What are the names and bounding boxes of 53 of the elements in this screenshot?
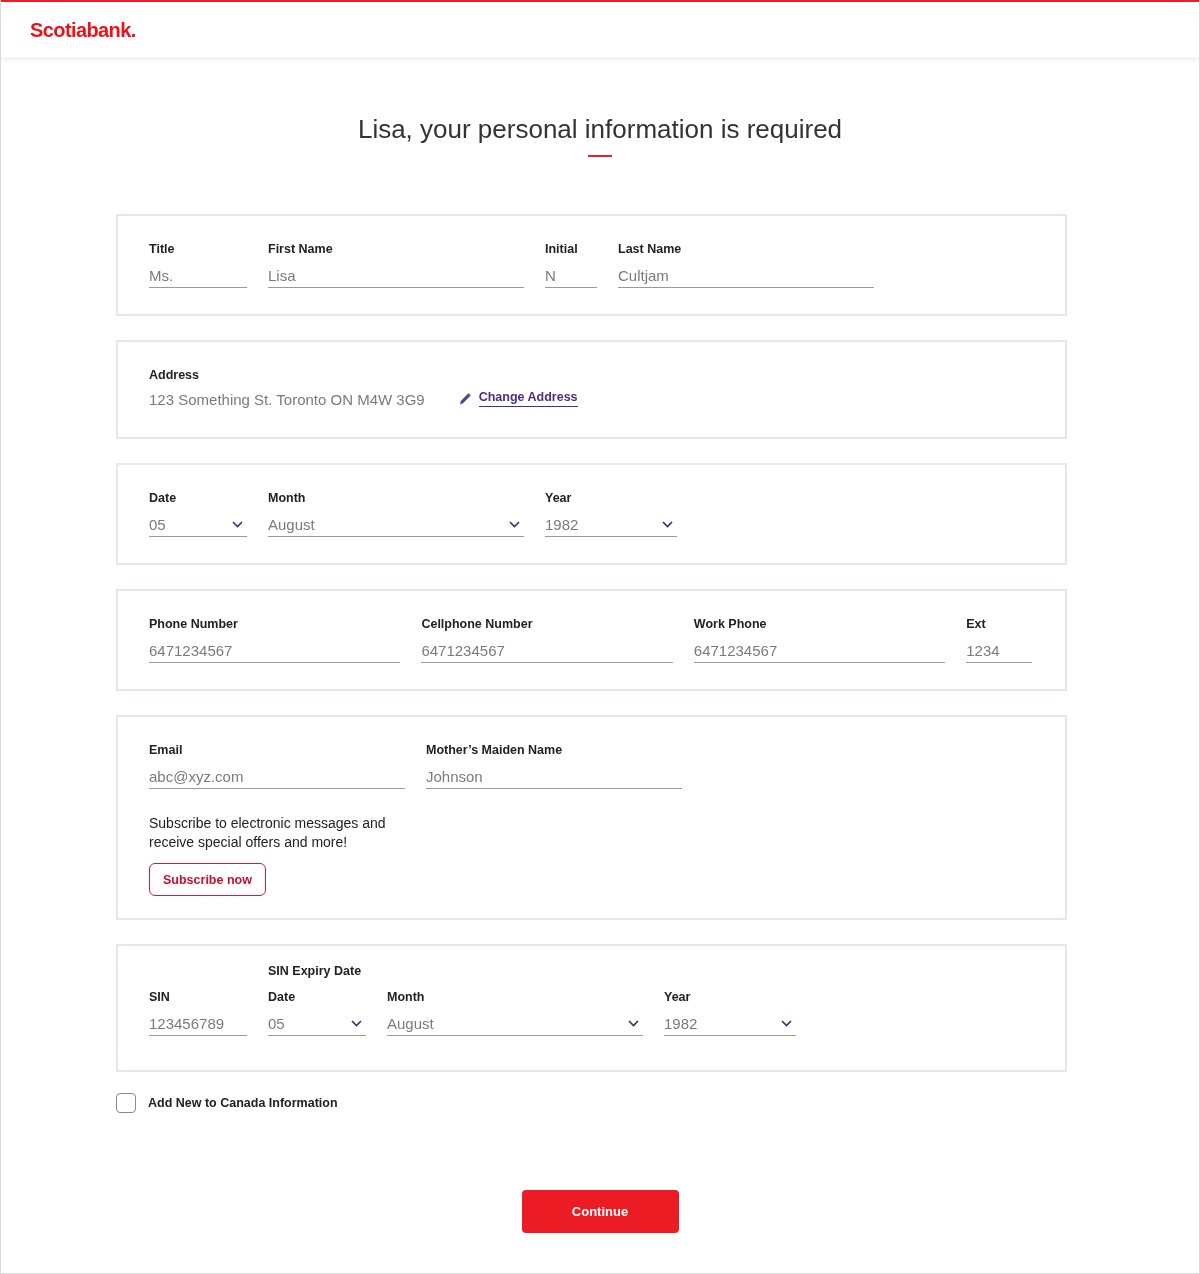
pencil-icon: [458, 391, 472, 405]
chevron-down-icon: [781, 1020, 792, 1027]
text-field[interactable]: 1234: [966, 638, 1032, 663]
subscribe-message: Subscribe to electronic messages and receive special offers and more!: [149, 814, 387, 852]
field-label: First Name: [268, 241, 334, 257]
dropdown-field[interactable]: August: [268, 512, 524, 537]
page-heading: Lisa, your personal information is required: [356, 113, 844, 145]
checkbox-label: Add New to Canada Information: [148, 1096, 338, 1110]
text-field[interactable]: N: [545, 263, 597, 288]
field-label: Date: [149, 490, 178, 506]
text-field[interactable]: 123456789: [149, 1011, 247, 1036]
dropdown-field[interactable]: August: [387, 1011, 643, 1036]
field-label: Year: [545, 490, 573, 506]
text-field[interactable]: 6471234567: [149, 638, 401, 663]
accent-rule: [588, 155, 612, 157]
field-label: Cellphone Number: [421, 616, 534, 632]
field-label: Phone Number: [149, 616, 239, 632]
field-label: SIN: [149, 989, 171, 1005]
dropdown-field[interactable]: 05: [268, 1011, 366, 1036]
field-label: Email: [149, 742, 184, 758]
field-label: Title: [149, 241, 176, 257]
text-field[interactable]: Lisa: [268, 263, 524, 288]
field-label: Work Phone: [693, 616, 768, 632]
text-field[interactable]: abc@xyz.com: [149, 764, 405, 789]
dropdown-field[interactable]: 1982: [545, 512, 677, 537]
change-address-link[interactable]: Change Address: [478, 389, 578, 407]
bank-logo: Scotiabank.: [30, 18, 136, 42]
group-label: SIN Expiry Date: [268, 963, 363, 979]
subscribe-button[interactable]: Subscribe now: [149, 863, 266, 896]
field-label: Address: [149, 367, 201, 383]
field-label: Month: [387, 989, 426, 1005]
text-field[interactable]: Cultjam: [618, 263, 874, 288]
field-label: Month: [268, 490, 307, 506]
chevron-down-icon: [628, 1020, 639, 1027]
address-value: 123 Something St. Toronto ON M4W 3G9: [149, 390, 425, 410]
field-label: Date: [268, 989, 297, 1005]
checkbox[interactable]: [116, 1093, 136, 1113]
text-field[interactable]: 6471234567: [421, 638, 673, 663]
dropdown-field[interactable]: 1982: [664, 1011, 796, 1036]
chevron-down-icon: [509, 521, 520, 528]
field-label: Initial: [545, 241, 579, 257]
text-field[interactable]: Ms.: [149, 263, 247, 288]
chevron-down-icon: [351, 1020, 362, 1027]
text-field[interactable]: Johnson: [426, 764, 682, 789]
chevron-down-icon: [662, 521, 673, 528]
chevron-down-icon: [232, 521, 243, 528]
field-label: Year: [664, 989, 692, 1005]
text-field[interactable]: 6471234567: [693, 638, 946, 663]
dropdown-field[interactable]: 05: [149, 512, 247, 537]
continue-button[interactable]: Continue: [521, 1190, 679, 1233]
field-label: Last Name: [618, 241, 683, 257]
field-label: Ext: [966, 616, 987, 632]
field-label: Mother’s Maiden Name: [426, 742, 564, 758]
